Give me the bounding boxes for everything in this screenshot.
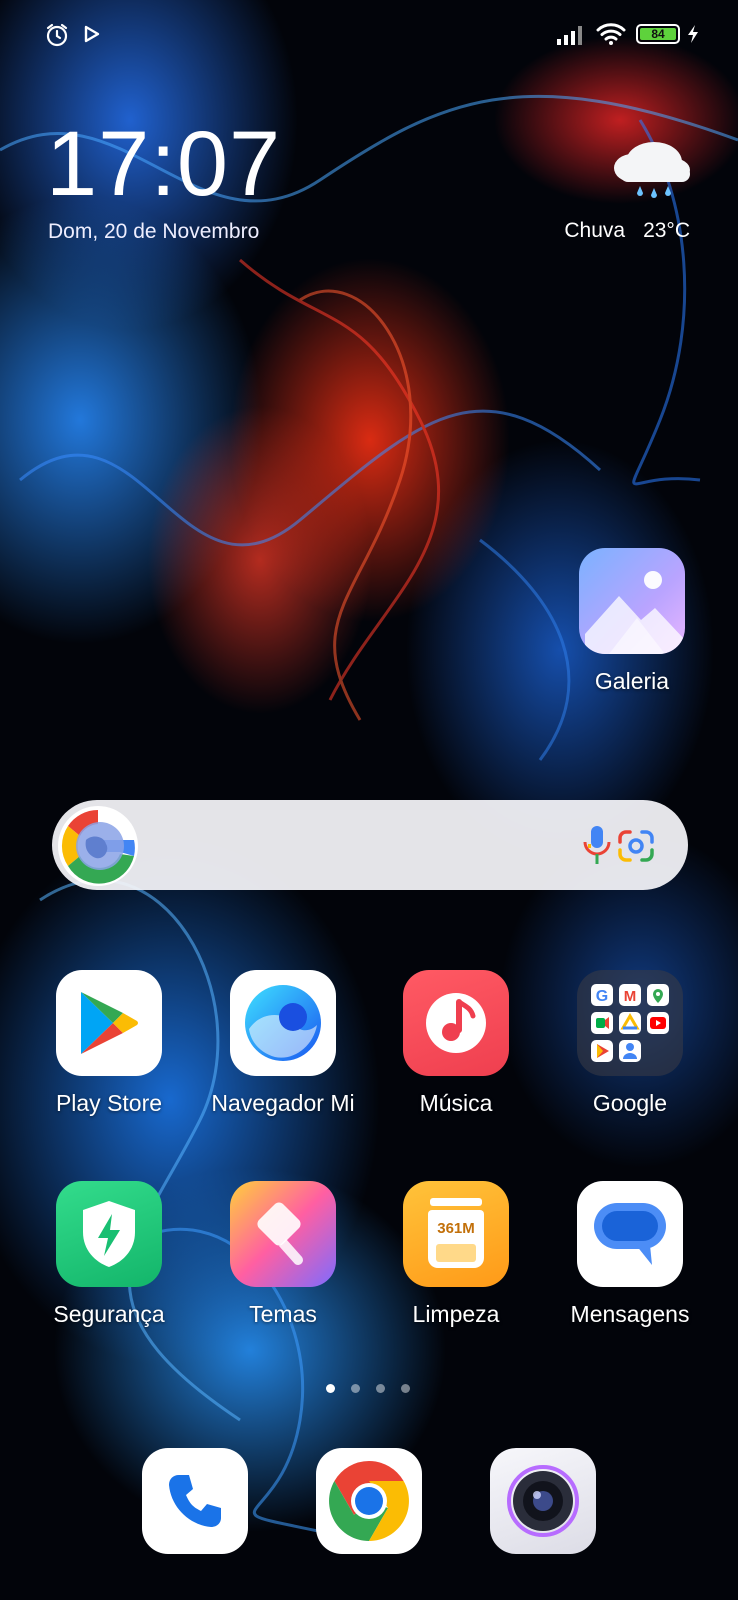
page-indicator[interactable] [326, 1384, 410, 1393]
google-folder-icon: G M [577, 970, 683, 1076]
app-label: Google [592, 1090, 668, 1116]
app-label: Segurança [53, 1301, 165, 1327]
charging-icon [688, 25, 698, 43]
themes-icon [230, 1181, 336, 1287]
chrome-icon [316, 1448, 422, 1554]
svg-text:M: M [624, 988, 637, 1005]
dock-chrome[interactable] [289, 1448, 449, 1554]
battery-level: 84 [651, 27, 665, 41]
page-dot[interactable] [376, 1384, 385, 1393]
google-lens-icon[interactable] [616, 828, 656, 864]
app-folder-google[interactable]: G M Google [550, 970, 710, 1117]
google-search-bar[interactable] [52, 800, 688, 890]
cleaner-icon: 361M [403, 1181, 509, 1287]
rain-cloud-icon[interactable] [610, 132, 694, 202]
app-label: Limpeza [412, 1301, 500, 1327]
weather-info[interactable]: Chuva 23°C [564, 219, 690, 243]
page-dot[interactable] [401, 1384, 410, 1393]
signal-icon [557, 26, 582, 45]
google-logo-icon[interactable] [56, 804, 140, 888]
app-label: Mensagens [570, 1301, 690, 1327]
phone-icon [142, 1448, 248, 1554]
app-label: Galeria [594, 668, 670, 694]
page-dot-current[interactable] [326, 1384, 335, 1393]
weather-temperature: 23°C [643, 219, 690, 242]
play-store-icon [56, 970, 162, 1076]
dock-phone[interactable] [115, 1448, 275, 1554]
microphone-icon[interactable] [582, 824, 612, 866]
security-icon [56, 1181, 162, 1287]
status-bar: 84 [0, 0, 738, 68]
gallery-icon [579, 548, 685, 654]
app-mensagens[interactable]: Mensagens [550, 1181, 710, 1328]
app-label: Play Store [55, 1090, 163, 1116]
alarm-icon [46, 23, 68, 47]
battery-icon: 84 [636, 24, 680, 44]
app-play-store[interactable]: Play Store [29, 970, 189, 1117]
page-dot[interactable] [351, 1384, 360, 1393]
app-seguranca[interactable]: Segurança [29, 1181, 189, 1328]
app-label: Temas [249, 1301, 317, 1327]
mi-browser-icon [230, 970, 336, 1076]
app-label: Navegador Mi [211, 1090, 355, 1116]
clock-date[interactable]: Dom, 20 de Novembro [48, 220, 259, 244]
app-limpeza[interactable]: 361M Limpeza [376, 1181, 536, 1328]
dock-camera[interactable] [463, 1448, 623, 1554]
app-label: Música [419, 1090, 493, 1116]
messages-icon [577, 1181, 683, 1287]
app-navegador-mi[interactable]: Navegador Mi [203, 970, 363, 1117]
svg-text:G: G [596, 988, 608, 1005]
app-galeria[interactable]: Galeria [552, 548, 712, 695]
play-icon [84, 25, 100, 43]
weather-condition: Chuva [564, 219, 626, 242]
clock-time[interactable]: 17:07 [46, 118, 281, 210]
music-icon [403, 970, 509, 1076]
camera-icon [490, 1448, 596, 1554]
wifi-icon [596, 23, 626, 45]
cleaner-storage-badge: 361M [437, 1220, 475, 1237]
app-temas[interactable]: Temas [203, 1181, 363, 1328]
app-musica[interactable]: Música [376, 970, 536, 1117]
